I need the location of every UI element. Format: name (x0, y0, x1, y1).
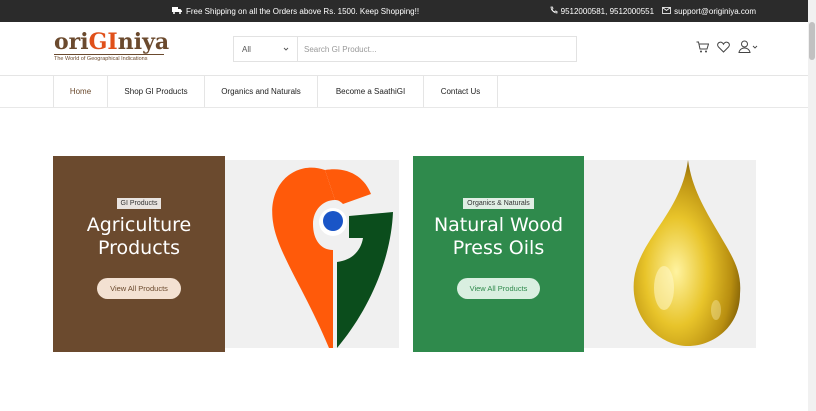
phone-icon (550, 6, 558, 16)
support-email[interactable]: support@originiya.com (674, 7, 756, 16)
gi-logo-icon (272, 167, 393, 348)
nav-item-become-saathigi[interactable]: Become a SaathiGI (318, 76, 424, 107)
header-icons (696, 40, 758, 53)
banner-badge: GI Products (116, 198, 162, 209)
phone-numbers[interactable]: 9512000581, 9512000551 (561, 7, 654, 16)
logo-tagline: The World of Geographical Indications (54, 54, 164, 62)
mail-icon (662, 6, 671, 16)
gi-logo-image (225, 160, 399, 348)
page-scrollbar[interactable] (808, 0, 816, 411)
banner-title: Natural Wood Press Oils (433, 214, 564, 259)
view-all-products-button[interactable]: View All Products (456, 278, 541, 299)
truck-icon (172, 6, 182, 16)
banner-panel: GI Products Agriculture Products View Al… (53, 156, 225, 352)
chevron-down-icon (752, 44, 758, 50)
cart-icon[interactable] (696, 41, 709, 53)
search-input[interactable] (298, 37, 576, 61)
banner-panel: Organics & Naturals Natural Wood Press O… (413, 156, 584, 352)
nav-item-shop-gi-products[interactable]: Shop GI Products (108, 76, 205, 107)
search-category-select[interactable]: All (234, 37, 298, 61)
oil-drop-icon (633, 160, 741, 346)
shipping-notice: Free Shipping on all the Orders above Rs… (172, 6, 419, 16)
banner-title: Agriculture Products (86, 214, 192, 259)
site-logo[interactable]: oriGIniya The World of Geographical Indi… (54, 30, 169, 62)
site-header: oriGIniya The World of Geographical Indi… (0, 22, 808, 76)
shipping-text: Free Shipping on all the Orders above Rs… (186, 6, 420, 16)
contact-info: 9512000581, 9512000551 support@originiya… (550, 6, 756, 16)
banner-badge: Organics & Naturals (463, 198, 534, 209)
banner-wood-press-oils: Organics & Naturals Natural Wood Press O… (413, 156, 756, 352)
user-icon[interactable] (738, 40, 758, 53)
main-nav: Home Shop GI Products Organics and Natur… (0, 76, 808, 108)
banner-agriculture: GI Products Agriculture Products View Al… (53, 156, 399, 352)
nav-item-home[interactable]: Home (54, 76, 108, 107)
oil-drop-image (584, 160, 756, 348)
top-bar: Free Shipping on all the Orders above Rs… (0, 0, 808, 22)
view-all-products-button[interactable]: View All Products (97, 278, 181, 299)
heart-icon[interactable] (717, 41, 730, 53)
search-bar: All (233, 36, 577, 62)
scrollbar-thumb[interactable] (809, 22, 815, 60)
nav-item-organics-and-naturals[interactable]: Organics and Naturals (205, 76, 318, 107)
chevron-down-icon (283, 45, 289, 53)
nav-item-contact-us[interactable]: Contact Us (424, 76, 498, 107)
